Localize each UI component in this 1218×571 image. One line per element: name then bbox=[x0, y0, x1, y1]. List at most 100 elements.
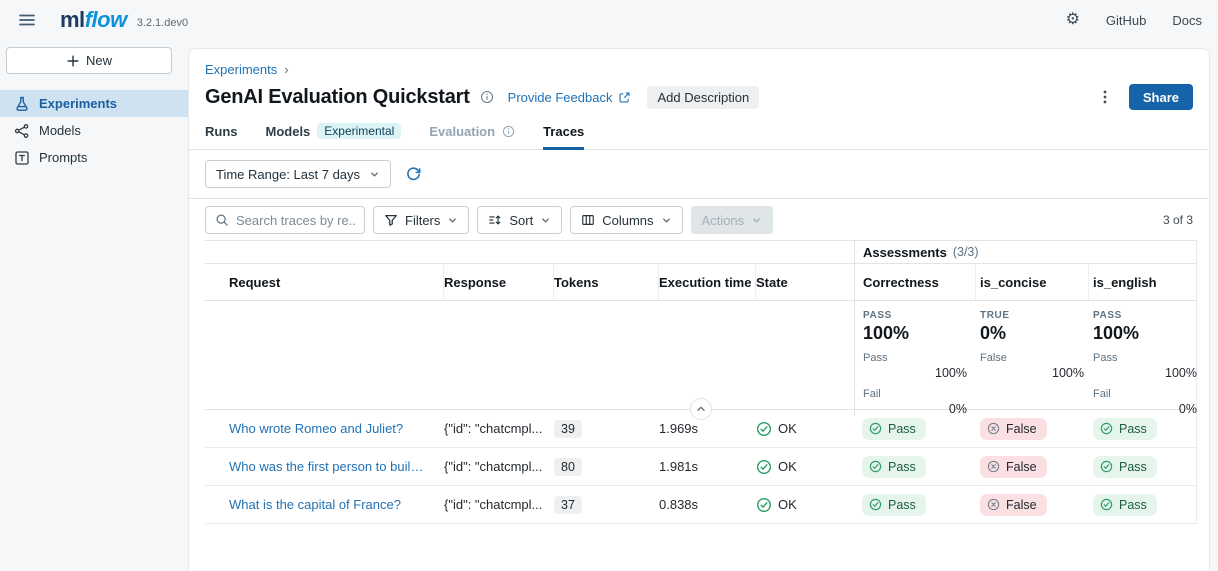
summary-value: 0% bbox=[980, 323, 1089, 344]
false-badge: False bbox=[980, 494, 1047, 516]
sidebar-item-models[interactable]: Models bbox=[0, 117, 188, 144]
columns-icon bbox=[581, 213, 595, 227]
columns-button[interactable]: Columns bbox=[570, 206, 682, 234]
x-circle-icon bbox=[987, 422, 1000, 435]
summary-correctness: PASS 100% Pass 100% Fail 0% bbox=[854, 301, 976, 416]
table-row[interactable]: Who was the first person to build a... {… bbox=[205, 448, 1196, 486]
column-header-execution-time[interactable]: Execution time bbox=[659, 264, 756, 300]
summary-is-english: PASS 100% Pass 100% Fail 0% bbox=[1089, 301, 1197, 416]
response-cell: {"id": "chatcmpl... bbox=[444, 421, 554, 436]
response-cell: {"id": "chatcmpl... bbox=[444, 459, 554, 474]
pass-badge: Pass bbox=[1093, 456, 1157, 478]
sidebar-item-experiments[interactable]: Experiments bbox=[0, 90, 188, 117]
filters-button[interactable]: Filters bbox=[373, 206, 469, 234]
result-count: 3 of 3 bbox=[1163, 213, 1193, 227]
docs-link[interactable]: Docs bbox=[1172, 13, 1202, 28]
summary-bar: Fail 0% bbox=[863, 388, 969, 416]
sort-button[interactable]: Sort bbox=[477, 206, 562, 234]
new-button[interactable]: New bbox=[6, 47, 172, 74]
sidebar-item-label: Prompts bbox=[39, 150, 87, 165]
chevron-down-icon bbox=[540, 215, 551, 226]
pass-badge: Pass bbox=[862, 456, 926, 478]
is-english-cell: Pass bbox=[1089, 494, 1197, 516]
sidebar-item-label: Experiments bbox=[39, 96, 117, 111]
column-header-correctness[interactable]: Correctness bbox=[854, 264, 976, 300]
summary-metric-label: TRUE bbox=[980, 310, 1089, 321]
tab-traces[interactable]: Traces bbox=[543, 120, 584, 150]
tab-models[interactable]: Models Experimental bbox=[266, 119, 402, 150]
sidebar-item-prompts[interactable]: Prompts bbox=[0, 144, 188, 171]
sort-icon bbox=[488, 213, 502, 227]
check-circle-icon bbox=[756, 497, 772, 513]
info-icon bbox=[502, 125, 515, 138]
state-cell: OK bbox=[756, 421, 854, 437]
main-content: Experiments › GenAI Evaluation Quickstar… bbox=[188, 48, 1210, 571]
execution-time-cell: 0.838s bbox=[659, 497, 756, 512]
pass-badge: Pass bbox=[1093, 418, 1157, 440]
add-description-button[interactable]: Add Description bbox=[647, 86, 759, 109]
assessments-group-header: Assessments (3/3) bbox=[854, 241, 1196, 263]
column-header-tokens[interactable]: Tokens bbox=[554, 264, 659, 300]
page-title: GenAI Evaluation Quickstart bbox=[205, 86, 470, 109]
collapse-summary-button[interactable] bbox=[690, 398, 712, 420]
chevron-down-icon bbox=[369, 169, 380, 180]
summary-bar: Pass 100% bbox=[863, 352, 969, 380]
is-english-cell: Pass bbox=[1089, 456, 1197, 478]
info-icon[interactable] bbox=[480, 90, 494, 104]
breadcrumb-experiments-link[interactable]: Experiments bbox=[205, 62, 277, 77]
kebab-menu-icon[interactable] bbox=[1091, 87, 1119, 107]
request-link[interactable]: What is the capital of France? bbox=[229, 497, 444, 512]
chevron-down-icon bbox=[447, 215, 458, 226]
column-header-request[interactable]: Request bbox=[229, 264, 444, 300]
check-circle-icon bbox=[1100, 498, 1113, 511]
plus-icon bbox=[66, 54, 80, 68]
refresh-icon[interactable] bbox=[405, 166, 422, 183]
mlflow-logo[interactable]: mlflow bbox=[60, 7, 127, 33]
provide-feedback-link[interactable]: Provide Feedback bbox=[508, 90, 632, 105]
search-input[interactable] bbox=[236, 213, 355, 228]
summary-metric-label: PASS bbox=[863, 310, 976, 321]
pass-badge: Pass bbox=[1093, 494, 1157, 516]
hamburger-menu-icon[interactable] bbox=[18, 11, 36, 29]
tokens-cell: 39 bbox=[554, 420, 659, 438]
logo-ml-text: ml bbox=[60, 7, 85, 33]
version-label: 3.2.1.dev0 bbox=[137, 12, 188, 29]
is-english-cell: Pass bbox=[1089, 418, 1197, 440]
is-concise-cell: False bbox=[976, 494, 1089, 516]
filter-icon bbox=[384, 213, 398, 227]
table-row[interactable]: What is the capital of France? {"id": "c… bbox=[205, 486, 1196, 524]
pass-badge: Pass bbox=[862, 494, 926, 516]
assessments-summary-row: PASS 100% Pass 100% Fail 0% TRUE 0% Fals… bbox=[205, 301, 1196, 410]
sidebar-item-label: Models bbox=[39, 123, 81, 138]
time-range-dropdown[interactable]: Time Range: Last 7 days bbox=[205, 160, 391, 188]
x-circle-icon bbox=[987, 460, 1000, 473]
logo-flow-text: flow bbox=[85, 7, 127, 33]
traces-table: Assessments (3/3) Request Response Token… bbox=[205, 240, 1197, 524]
experimental-badge: Experimental bbox=[317, 123, 401, 139]
check-circle-icon bbox=[756, 421, 772, 437]
new-button-label: New bbox=[86, 53, 112, 68]
tab-runs[interactable]: Runs bbox=[205, 120, 238, 150]
execution-time-cell: 1.969s bbox=[659, 421, 756, 436]
response-cell: {"id": "chatcmpl... bbox=[444, 497, 554, 512]
column-header-response[interactable]: Response bbox=[444, 264, 554, 300]
column-header-is-concise[interactable]: is_concise bbox=[976, 264, 1089, 300]
request-link[interactable]: Who wrote Romeo and Juliet? bbox=[229, 421, 444, 436]
share-button[interactable]: Share bbox=[1129, 84, 1193, 110]
toolbar: Filters Sort Columns Actions 3 of 3 bbox=[205, 206, 1193, 234]
request-link[interactable]: Who was the first person to build a... bbox=[229, 459, 444, 474]
tab-evaluation[interactable]: Evaluation bbox=[429, 120, 515, 150]
gear-icon[interactable]: ⚙ bbox=[1066, 12, 1080, 28]
column-header-is-english[interactable]: is_english bbox=[1089, 264, 1197, 300]
github-link[interactable]: GitHub bbox=[1106, 13, 1146, 28]
chevron-down-icon bbox=[661, 215, 672, 226]
assessments-count: (3/3) bbox=[953, 245, 979, 259]
external-link-icon bbox=[618, 91, 631, 104]
provide-feedback-label: Provide Feedback bbox=[508, 90, 613, 105]
check-circle-icon bbox=[869, 422, 882, 435]
chevron-down-icon bbox=[751, 215, 762, 226]
summary-is-concise: TRUE 0% False 100% bbox=[976, 301, 1089, 416]
column-header-state[interactable]: State bbox=[756, 264, 854, 300]
false-badge: False bbox=[980, 456, 1047, 478]
summary-value: 100% bbox=[863, 323, 976, 344]
